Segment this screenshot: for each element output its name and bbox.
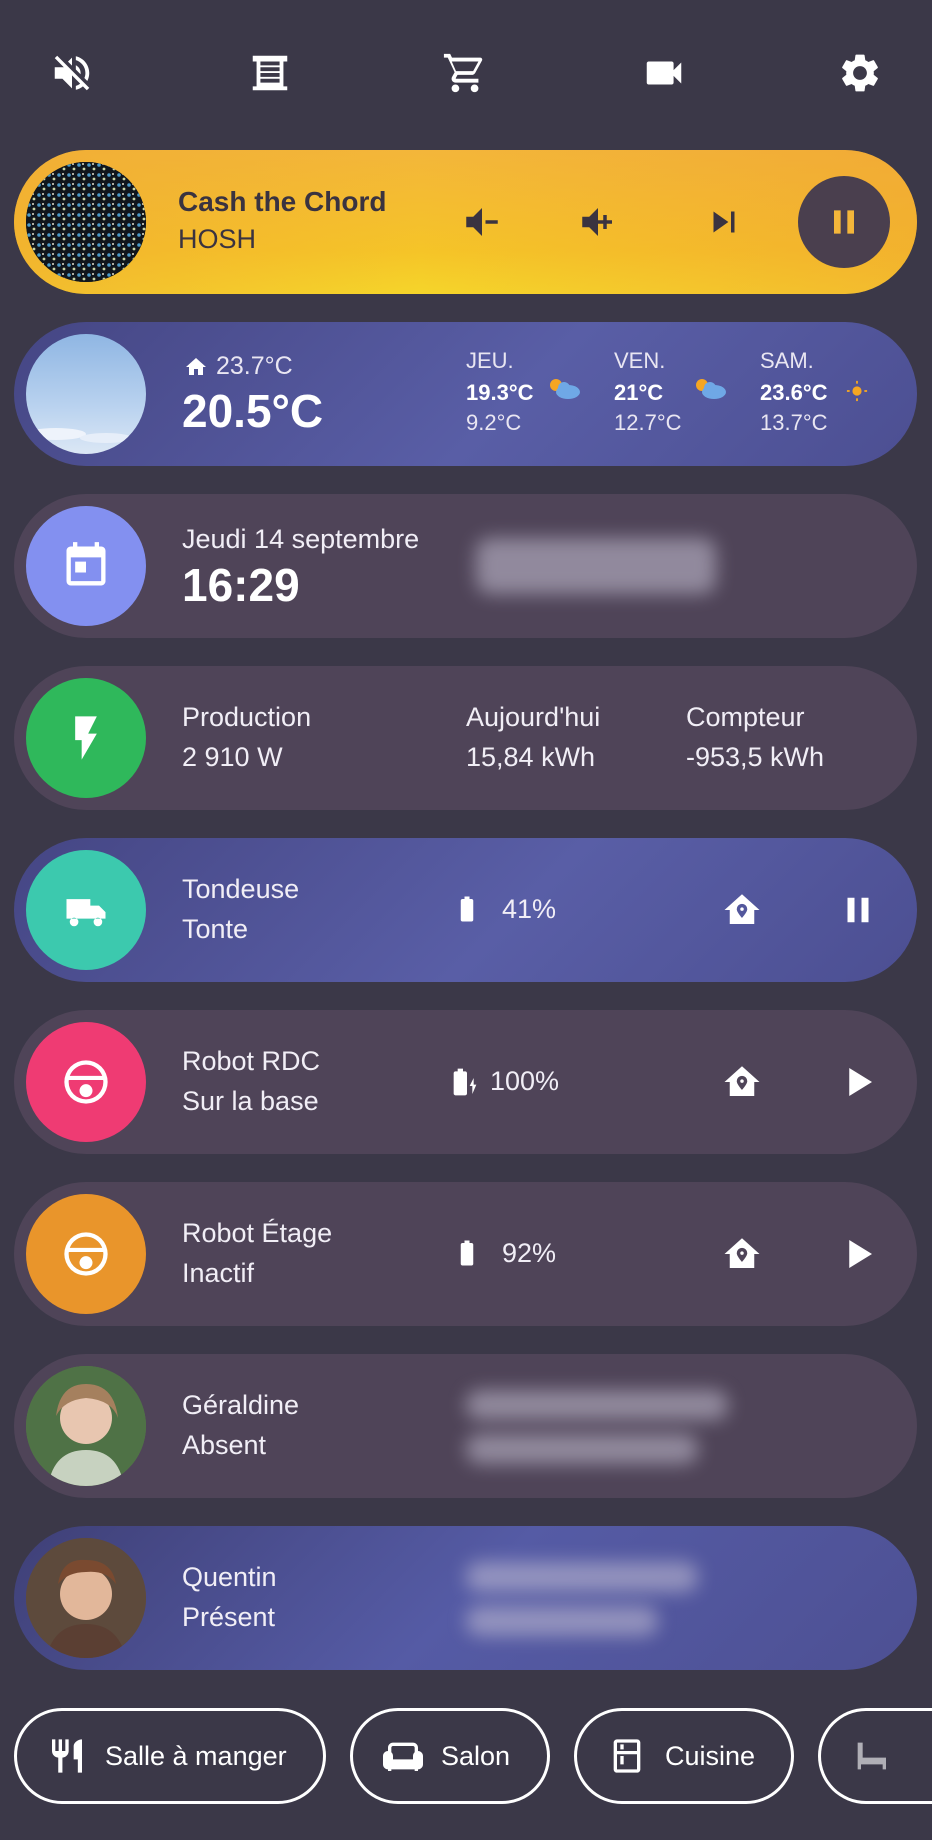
person-card-geraldine[interactable]: Géraldine Absent xyxy=(14,1354,917,1498)
robot-rdc-state: Sur la base xyxy=(182,1086,319,1116)
album-art-pattern xyxy=(26,162,146,282)
media-artist: HOSH xyxy=(178,224,257,254)
partly-cloudy-icon xyxy=(696,379,726,399)
forecast-high-2: 21°C xyxy=(614,380,664,405)
mower-avatar xyxy=(26,850,146,970)
robot-vacuum-icon xyxy=(64,1060,108,1104)
mower-name: Tondeuse xyxy=(182,874,300,904)
sunny-icon xyxy=(846,380,868,402)
outdoor-temp: 20.5°C xyxy=(182,385,324,437)
blurred-info xyxy=(466,1434,698,1464)
pause-button[interactable] xyxy=(798,176,890,268)
weather-card[interactable]: 23.7°C 20.5°C JEU. 19.3°C 9.2°C VEN. 21°… xyxy=(14,322,917,466)
indoor-temp: 23.7°C xyxy=(184,352,293,381)
bed-icon xyxy=(857,1742,886,1770)
sky-image xyxy=(26,334,146,454)
person-state: Présent xyxy=(182,1602,276,1632)
home-pin-icon[interactable] xyxy=(712,1052,772,1112)
home-icon xyxy=(186,357,206,375)
forecast-low-1: 9.2°C xyxy=(466,410,522,435)
cart-icon[interactable] xyxy=(435,40,495,106)
room-chip-cuisine[interactable]: Cuisine xyxy=(574,1708,794,1804)
blurred-info xyxy=(466,1562,698,1592)
play-icon[interactable] xyxy=(828,1224,888,1284)
robot-etage-battery: 92% xyxy=(502,1238,557,1268)
robot-rdc-card[interactable]: Robot RDC Sur la base 100% xyxy=(14,1010,917,1154)
lightning-icon xyxy=(75,716,97,760)
top-toolbar xyxy=(0,40,932,106)
mower-card[interactable]: Tondeuse Tonte 41% xyxy=(14,838,917,982)
calendar-date: Jeudi 14 septembre xyxy=(182,524,420,554)
room-chip-partial[interactable] xyxy=(818,1708,932,1804)
robot-etage-avatar xyxy=(26,1194,146,1314)
forecast-high-3: 23.6°C xyxy=(760,380,828,405)
avatar xyxy=(26,1538,146,1658)
blinds-icon[interactable] xyxy=(240,40,300,106)
media-title: Cash the Chord xyxy=(178,186,387,217)
robot-rdc-avatar xyxy=(26,1022,146,1142)
partly-cloudy-icon xyxy=(550,379,580,399)
forecast-high-1: 19.3°C xyxy=(466,380,534,405)
volume-down-icon[interactable] xyxy=(452,192,512,252)
battery-icon xyxy=(460,896,474,922)
cutlery-icon xyxy=(52,1739,82,1773)
calendar-card[interactable]: Jeudi 14 septembre 16:29 xyxy=(14,494,917,638)
pause-icon xyxy=(834,210,854,234)
sofa-icon xyxy=(383,1742,423,1771)
room-chip-salle-a-manger[interactable]: Salle à manger xyxy=(14,1708,326,1804)
today-value: 15,84 kWh xyxy=(466,742,596,772)
forecast-day-1: JEU. xyxy=(466,348,514,373)
energy-avatar xyxy=(26,678,146,798)
home-pin-icon[interactable] xyxy=(712,1224,772,1284)
blurred-info xyxy=(476,538,716,594)
avatar xyxy=(26,1366,146,1486)
calendar-time: 16:29 xyxy=(182,559,300,611)
blurred-info xyxy=(466,1390,728,1420)
meter-label: Compteur xyxy=(686,702,805,732)
mower-icon xyxy=(66,899,106,927)
robot-etage-state: Inactif xyxy=(182,1258,255,1288)
settings-icon[interactable] xyxy=(830,40,890,106)
robot-rdc-battery: 100% xyxy=(490,1066,560,1096)
room-chips: Salle à manger Salon Cuisine xyxy=(0,1708,932,1810)
calendar-avatar xyxy=(26,506,146,626)
robot-etage-name: Robot Étage xyxy=(182,1218,333,1248)
album-art xyxy=(26,162,146,282)
forecast-low-3: 13.7°C xyxy=(760,410,828,435)
person-state: Absent xyxy=(182,1430,267,1460)
volume-up-icon[interactable] xyxy=(568,192,628,252)
battery-charging-icon xyxy=(453,1068,477,1096)
robot-vacuum-icon xyxy=(64,1232,108,1276)
calendar-icon xyxy=(66,542,106,586)
forecast-low-2: 12.7°C xyxy=(614,410,682,435)
today-label: Aujourd'hui xyxy=(466,702,601,732)
camera-icon[interactable] xyxy=(634,40,694,106)
forecast-day-3: SAM. xyxy=(760,348,814,373)
play-icon[interactable] xyxy=(828,1052,888,1112)
media-player-card[interactable]: Cash the Chord HOSH xyxy=(14,150,917,294)
person-name: Quentin xyxy=(182,1562,277,1592)
battery-icon xyxy=(460,1240,474,1266)
robot-etage-card[interactable]: Robot Étage Inactif 92% xyxy=(14,1182,917,1326)
room-label: Salle à manger xyxy=(105,1740,287,1771)
pause-icon[interactable] xyxy=(828,880,888,940)
person-name: Géraldine xyxy=(182,1390,300,1420)
mower-state: Tonte xyxy=(182,914,249,944)
mute-icon[interactable] xyxy=(42,40,102,106)
room-label: Cuisine xyxy=(665,1740,756,1771)
forecast-day-2: VEN. xyxy=(614,348,666,373)
mower-battery: 41% xyxy=(502,894,557,924)
production-label: Production xyxy=(182,702,312,732)
home-pin-icon[interactable] xyxy=(712,880,772,940)
room-label: Salon xyxy=(441,1740,511,1771)
meter-value: -953,5 kWh xyxy=(686,742,825,772)
blurred-info xyxy=(466,1606,658,1636)
room-chip-salon[interactable]: Salon xyxy=(350,1708,550,1804)
production-value: 2 910 W xyxy=(182,742,283,772)
energy-card[interactable]: Production 2 910 W Aujourd'hui 15,84 kWh… xyxy=(14,666,917,810)
person-card-quentin[interactable]: Quentin Présent xyxy=(14,1526,917,1670)
skip-next-icon[interactable] xyxy=(694,192,754,252)
robot-rdc-name: Robot RDC xyxy=(182,1046,321,1076)
fridge-icon xyxy=(613,1739,641,1773)
